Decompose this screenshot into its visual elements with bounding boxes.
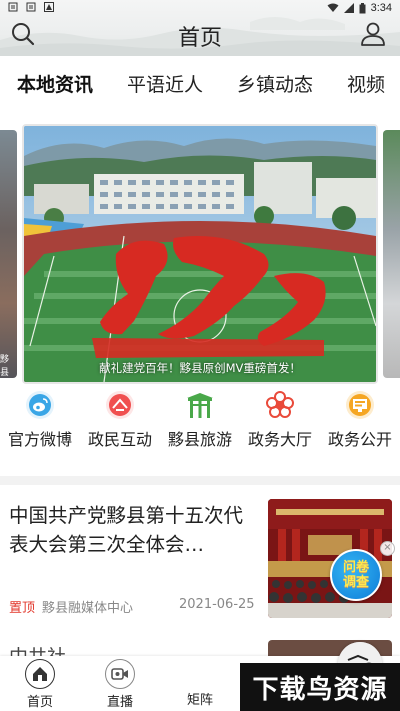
banner-photo [24,126,376,382]
banner-caption: 献礼建党百年！黟县原创MV重磅首发！ [99,361,301,375]
quick-link-tourism[interactable]: 黟县旅游 [160,390,240,460]
close-survey-button[interactable]: × [380,541,395,556]
watermark-logo: 下载鸟资源 [240,663,400,711]
quick-link-label: 政务公开 [327,430,392,449]
carousel-prev-slide[interactable]: 黟县 [0,130,17,378]
quick-link-label: 官方微博 [7,430,72,449]
quick-link-label: 政民互动 [87,430,152,449]
chat-icon [105,390,135,420]
battery-icon [359,2,366,13]
flower-icon [265,390,295,420]
carousel-current-slide[interactable]: 献礼建党百年！黟县原创MV重磅首发！ [22,124,378,384]
pinned-badge: 置顶 [9,601,36,616]
survey-line2: 调查 [342,575,369,590]
quick-link-label: 政务大厅 [247,430,312,449]
nav-label: 首页 [26,695,53,710]
survey-line1: 问卷 [342,560,369,575]
notice-board-icon [345,390,375,420]
weibo-icon [25,390,55,420]
section-divider [0,476,400,485]
tab-video[interactable]: 视频 [347,70,385,97]
article-title[interactable]: 中国共产党黟县第十五次代表大会第三次全体会… [9,501,254,559]
banner-carousel[interactable]: 黟县 献礼建党百年！黟县原创MV重磅首发！ [0,120,400,384]
status-bar: 3:34 [0,0,400,17]
alert-icon [44,2,54,12]
video-icon [105,659,135,689]
user-icon [361,22,385,46]
quick-link-weibo[interactable]: 官方微博 [0,390,80,460]
quick-links: 官方微博 政民互动 黟县旅游 政务大厅 政务公开 [0,390,400,460]
category-tabs: 本地资讯 平语近人 乡镇动态 视频 [0,56,400,110]
article-meta: 置顶 黟县融媒体中心 2021-06-25 [9,597,259,616]
tab-township-news[interactable]: 乡镇动态 [237,70,313,97]
carousel-next-slide[interactable] [383,130,400,378]
wifi-icon [327,3,339,12]
quick-link-service-hall[interactable]: 政务大厅 [240,390,320,460]
nav-live[interactable]: 直播 [80,656,160,711]
status-time: 3:34 [370,2,392,14]
user-profile-button[interactable] [360,21,386,47]
home-icon [25,659,55,689]
tab-xi-quotes[interactable]: 平语近人 [127,70,203,97]
nav-label: 直播 [106,695,133,710]
quick-link-gov-disclosure[interactable]: 政务公开 [320,390,400,460]
survey-float-button[interactable]: 问卷 调查 [330,549,382,601]
page-title: 首页 [177,26,222,51]
quick-link-label: 黟县旅游 [167,430,232,449]
sim-icon [8,2,18,12]
article-source: 黟县融媒体中心 [42,601,134,616]
tab-local-news[interactable]: 本地资讯 [17,70,93,97]
signal-icon [343,3,354,13]
nav-matrix[interactable]: 矩阵 [160,642,382,711]
nav-label: 矩阵 [186,693,213,708]
archway-icon [185,390,215,420]
sim-icon [26,2,36,12]
nav-home[interactable]: 首页 [0,656,80,711]
article-date: 2021-06-25 [179,597,255,612]
app-header: 首页 [0,17,400,56]
prev-slide-text: 黟县 [0,355,10,378]
quick-link-gov-interaction[interactable]: 政民互动 [80,390,160,460]
